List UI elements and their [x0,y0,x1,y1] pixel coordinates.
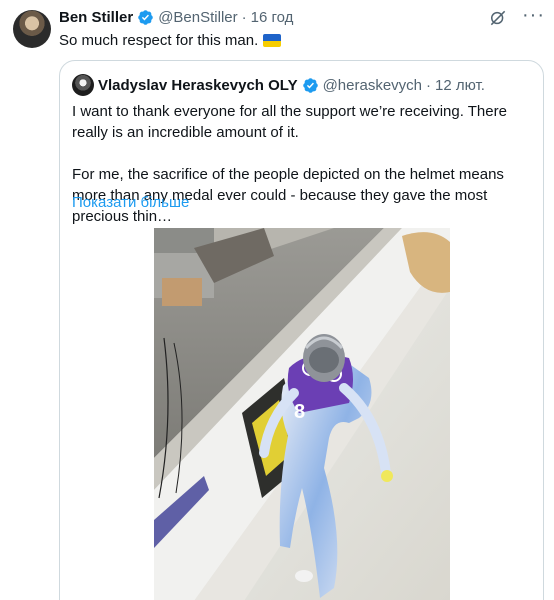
tweet-header: Ben Stiller @BenStiller · 16 год [59,9,494,26]
quoted-author-handle[interactable]: @heraskevych [323,77,422,94]
separator-dot: · [426,76,432,94]
show-more-link[interactable]: Показати більше [72,194,189,211]
separator-dot: · [241,9,247,26]
quoted-photo[interactable]: 8 [154,228,450,600]
verified-badge-icon [302,77,318,93]
quoted-header: Vladyslav Heraskevych OLY @heraskevych ·… [72,74,485,96]
quoted-avatar[interactable] [72,74,94,96]
verified-badge-icon [138,10,153,25]
quoted-paragraph-1: I want to thank everyone for all the sup… [72,103,507,141]
more-icon[interactable]: ··· [522,5,544,28]
ukraine-flag-icon [263,34,282,47]
tweet-text: So much respect for this man. [59,32,282,49]
tweet-actions: ··· [488,5,544,28]
grok-icon[interactable] [488,8,508,28]
author-handle[interactable]: @BenStiller [158,9,237,26]
quoted-author-name[interactable]: Vladyslav Heraskevych OLY [98,77,298,94]
bib-number: 8 [294,401,305,423]
quoted-tweet[interactable]: Vladyslav Heraskevych OLY @heraskevych ·… [59,60,544,600]
tweet-text-content: So much respect for this man. [59,32,259,49]
skeleton-athlete-photo: 8 [154,228,450,600]
main-avatar[interactable] [13,10,51,48]
author-name[interactable]: Ben Stiller [59,9,133,26]
tweet-time[interactable]: 16 год [251,9,294,26]
quoted-time[interactable]: 12 лют. [435,77,485,94]
